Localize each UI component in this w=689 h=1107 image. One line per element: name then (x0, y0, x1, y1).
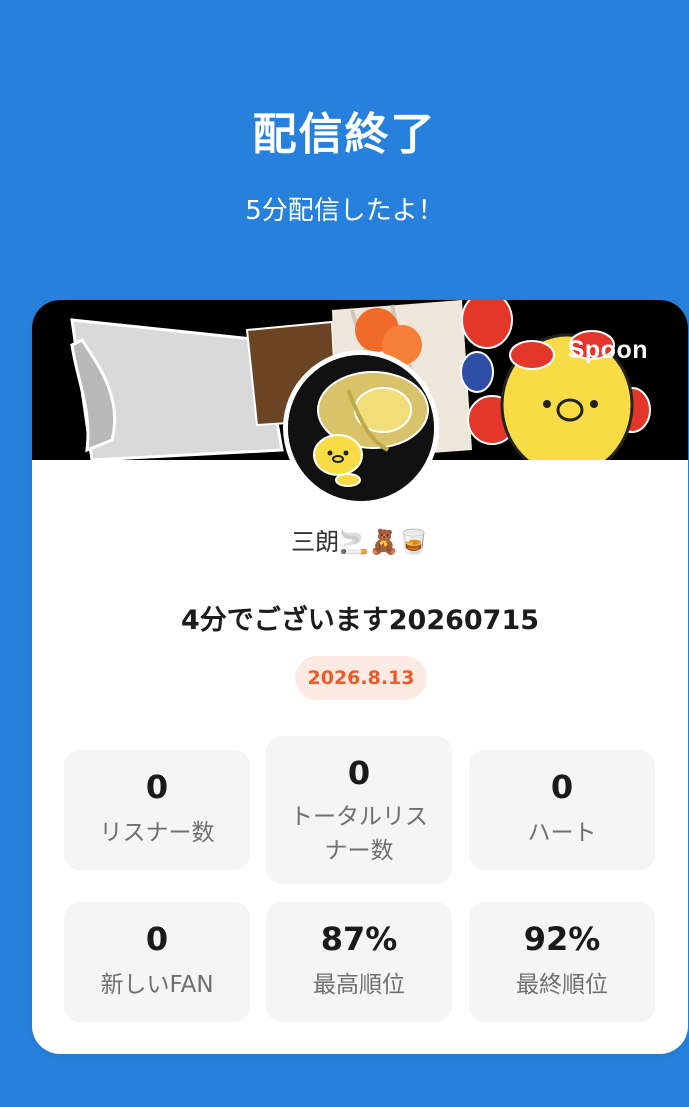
stat-total-listeners: 0 トータルリスナー数 (266, 736, 452, 884)
stat-value: 92% (523, 920, 601, 958)
page-title: 配信終了 (252, 109, 437, 160)
broadcast-end-screen: 配信終了 5分配信したよ！ Spoon 三朗🚬🧸🥃 4分でございます202607… (0, 0, 689, 1107)
stat-value: 0 (347, 754, 371, 792)
stat-value: 0 (550, 768, 574, 806)
broadcast-summary-card: Spoon 三朗🚬🧸🥃 4分でございます20260715 2026.8.13 0… (32, 300, 688, 1054)
page-subtitle: 5分配信したよ！ (245, 196, 444, 226)
stat-label: 新しいFAN (100, 972, 214, 998)
stat-highest-rank: 87% 最高順位 (266, 902, 452, 1022)
stat-value: 0 (145, 768, 169, 806)
stat-final-rank: 92% 最終順位 (469, 902, 655, 1022)
stat-listeners: 0 リスナー数 (64, 750, 250, 870)
stat-value: 87% (320, 920, 398, 958)
stat-new-fans: 0 新しいFAN (64, 902, 250, 1022)
broadcast-date-badge: 2026.8.13 (295, 656, 427, 700)
chick-with-hat-icon (288, 355, 434, 501)
stat-value: 0 (145, 920, 169, 958)
stat-hearts: 0 ハート (469, 750, 655, 870)
broadcast-title: 4分でございます20260715 (180, 605, 540, 636)
stat-label: 最終順位 (516, 972, 608, 998)
host-nickname: 三朗🚬🧸🥃 (291, 528, 429, 556)
spoon-logo: Spoon (567, 336, 648, 364)
stat-label: 最高順位 (313, 972, 405, 998)
stat-label: ハート (527, 820, 597, 846)
stat-label: リスナー数 (99, 820, 215, 846)
stat-label: トータルリスナー数 (290, 804, 428, 864)
avatar[interactable] (283, 350, 439, 506)
